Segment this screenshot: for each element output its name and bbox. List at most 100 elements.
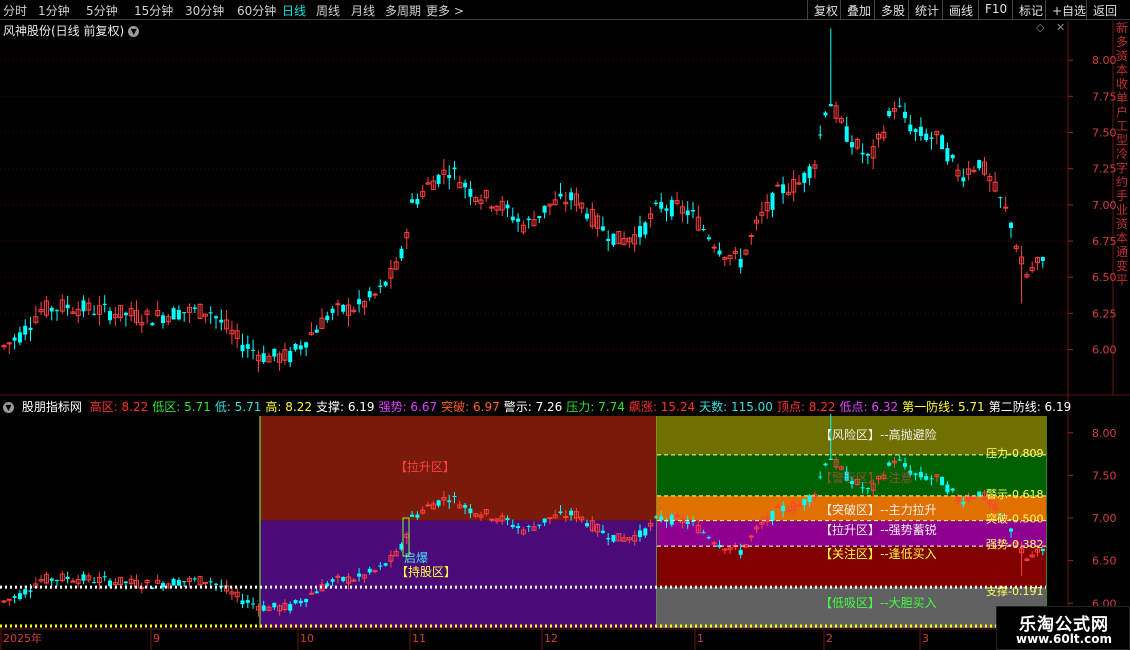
candle <box>6 341 12 355</box>
candle <box>1 344 7 350</box>
candle-body <box>49 578 54 581</box>
candle-body <box>505 517 510 521</box>
candle <box>277 351 283 371</box>
ratio-label: 突破-0.500 <box>986 512 1043 526</box>
candle-body <box>468 508 473 514</box>
candle <box>245 594 250 609</box>
candle <box>818 125 823 140</box>
candle-body <box>17 332 22 343</box>
candle-body <box>208 581 213 583</box>
candle-body <box>70 580 76 583</box>
candle <box>12 594 17 604</box>
axis-tick-label: 7.00 <box>1092 512 1117 525</box>
candle-body <box>447 175 452 178</box>
candle <box>65 295 70 316</box>
indicator-field: 强势: 6.67 <box>378 400 438 414</box>
candle <box>674 191 680 206</box>
candle-body <box>171 578 176 586</box>
kline-chart[interactable]: 【拉升区】启爆【持股区】 【风险区】--高抛避险【突破区】--主力拉升【拉升区】-… <box>0 0 1130 650</box>
candle-body <box>977 159 982 169</box>
axis-tick-label: 7.00 <box>1092 199 1117 212</box>
candle <box>38 575 44 583</box>
candle-body <box>748 535 754 538</box>
axis-tick-label: 7.50 <box>1092 127 1117 140</box>
candle <box>330 306 335 321</box>
candle <box>563 191 569 212</box>
indicator-name[interactable]: 股朋指标网 <box>22 400 82 414</box>
candle <box>6 598 12 606</box>
candle <box>457 175 463 189</box>
candle-body <box>219 319 224 323</box>
candle-body <box>55 580 59 582</box>
candle-body <box>1003 206 1009 209</box>
candle-body <box>850 142 854 148</box>
indicator-field: 低区: 5.71 <box>152 400 211 414</box>
candle-body <box>669 199 674 217</box>
candle-body <box>929 478 934 480</box>
candle-body <box>214 583 218 585</box>
candle-body <box>717 250 722 255</box>
candle <box>70 577 76 583</box>
candle <box>214 315 218 329</box>
candle <box>272 348 277 362</box>
candle <box>468 181 473 205</box>
indicator-values: 高区: 8.22 低区: 5.71 低: 5.71 高: 8.22 支撑: 6.19 强势… <box>90 400 1076 414</box>
candle-body <box>516 218 521 222</box>
candle <box>791 170 797 202</box>
candle <box>255 349 261 373</box>
candle <box>738 248 743 274</box>
chevron-down-icon[interactable]: ▼ <box>3 402 14 413</box>
indicator-field: 低点: 6.32 <box>839 400 899 414</box>
candle <box>1009 221 1013 239</box>
candle-body <box>775 505 781 508</box>
candle-body <box>245 600 250 603</box>
candle-body <box>123 312 128 316</box>
candle-body <box>738 258 743 268</box>
date-label: 9 <box>153 632 160 645</box>
candle-body <box>92 582 97 584</box>
candle <box>638 215 642 245</box>
candle <box>108 307 112 325</box>
candle-body <box>823 112 828 116</box>
candle <box>420 185 426 199</box>
candle <box>653 200 658 207</box>
candle <box>49 305 54 321</box>
candle-body <box>971 497 977 500</box>
candle <box>542 205 547 219</box>
candle <box>75 301 81 324</box>
candle-body <box>81 574 86 581</box>
candle <box>118 576 124 587</box>
candle <box>28 316 33 342</box>
candle-body <box>945 148 950 162</box>
date-label: 10 <box>300 632 314 645</box>
candle <box>796 175 802 186</box>
candle <box>367 287 372 302</box>
candle-body <box>251 349 256 351</box>
candle-body <box>818 134 823 136</box>
candle <box>494 205 500 215</box>
candle-body <box>807 166 812 178</box>
date-label: 11 <box>412 632 426 645</box>
candle <box>526 216 531 229</box>
candle-body <box>28 327 33 331</box>
candle-body <box>950 488 955 491</box>
candle <box>17 589 22 601</box>
candle <box>463 179 468 199</box>
candle <box>388 259 394 289</box>
candle <box>96 295 102 326</box>
candle-body <box>653 516 658 518</box>
candle-body <box>537 524 542 526</box>
candle-body <box>49 307 54 312</box>
candle <box>706 234 711 242</box>
candle-body <box>314 591 319 594</box>
axis-tick-label: 7.75 <box>1092 90 1117 103</box>
candle-body <box>351 579 357 582</box>
candle <box>732 246 738 260</box>
candle <box>165 314 171 326</box>
axis-tick-label: 6.50 <box>1092 271 1117 284</box>
zone-label-ignite: 启爆 <box>404 551 428 565</box>
side-info-strip[interactable]: 新多资本收单户工型冷字约手业资本通变平 <box>1114 21 1130 396</box>
candle-body <box>415 199 420 205</box>
candle <box>197 303 203 320</box>
candle <box>537 215 542 224</box>
